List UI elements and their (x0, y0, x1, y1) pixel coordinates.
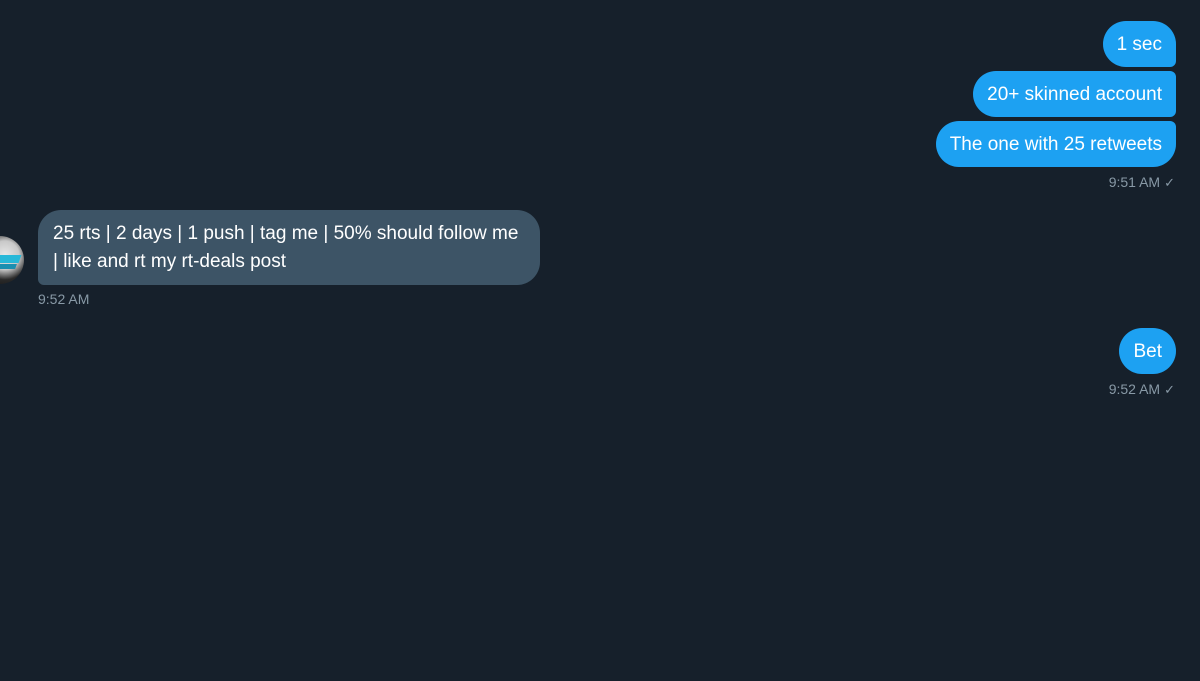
received-message-bubble[interactable]: 25 rts | 2 days | 1 push | tag me | 50% … (38, 210, 540, 285)
message-timestamp: 9:51 AM ✓ (1109, 174, 1175, 191)
timestamp-text: 9:52 AM (38, 291, 90, 307)
sent-message-bubble[interactable]: 1 sec (1102, 21, 1176, 67)
message-text: Bet (1133, 341, 1162, 362)
sent-message-bubble[interactable]: Bet (1119, 328, 1176, 374)
message-timestamp: 9:52 AM (38, 291, 89, 307)
timestamp-text: 9:52 AM (1108, 381, 1161, 397)
user-avatar[interactable] (0, 236, 24, 284)
sent-message-bubble[interactable]: The one with 25 retweets (935, 121, 1176, 167)
message-text: The one with 25 retweets (949, 134, 1162, 155)
avatar-graphic (0, 264, 17, 269)
timestamp-text: 9:51 AM (1108, 174, 1161, 190)
message-text: 20+ skinned account (987, 84, 1162, 105)
avatar-graphic (0, 255, 22, 263)
sent-message-bubble[interactable]: 20+ skinned account (973, 71, 1176, 117)
message-text: 1 sec (1116, 34, 1162, 55)
sent-check-icon: ✓ (1164, 382, 1175, 397)
conversation-thread: 1 sec 20+ skinned account The one with 2… (0, 0, 1200, 681)
message-text: 25 rts | 2 days | 1 push | tag me | 50% … (53, 223, 519, 272)
sent-check-icon: ✓ (1164, 175, 1175, 190)
message-timestamp: 9:52 AM ✓ (1109, 381, 1175, 398)
